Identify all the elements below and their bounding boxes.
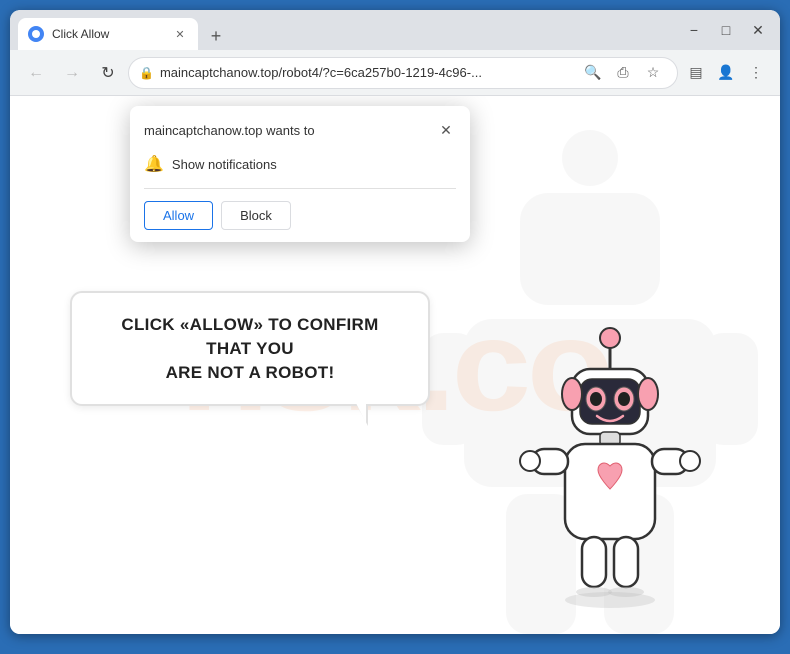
robot-character: [500, 314, 720, 614]
bell-icon: 🔔: [144, 154, 164, 174]
maximize-button[interactable]: □: [712, 16, 740, 44]
search-icon[interactable]: 🔍: [579, 59, 607, 87]
cta-text: CLICK «ALLOW» TO CONFIRM THAT YOU ARE NO…: [100, 313, 400, 384]
popup-header: maincaptchanow.top wants to ✕: [130, 106, 470, 150]
cta-container: CLICK «ALLOW» TO CONFIRM THAT YOU ARE NO…: [70, 291, 430, 406]
tab-title: Click Allow: [52, 27, 164, 41]
tab-close-button[interactable]: ✕: [172, 26, 188, 42]
share-icon[interactable]: ⎙: [609, 59, 637, 87]
popup-buttons: Allow Block: [130, 189, 470, 242]
reload-button[interactable]: ↻: [92, 57, 124, 89]
popup-site-text: maincaptchanow.top wants to: [144, 123, 315, 138]
minimize-button[interactable]: −: [680, 16, 708, 44]
browser-toolbar: ← → ↻ 🔒 maincaptchanow.top/robot4/?c=6ca…: [10, 50, 780, 96]
new-tab-button[interactable]: +: [202, 22, 230, 50]
notification-popup: maincaptchanow.top wants to ✕ 🔔 Show not…: [130, 106, 470, 242]
toolbar-actions: ▤ 👤 ⋮: [682, 59, 770, 87]
lock-icon: 🔒: [139, 66, 154, 80]
popup-close-button[interactable]: ✕: [436, 120, 456, 140]
address-bar[interactable]: 🔒 maincaptchanow.top/robot4/?c=6ca257b0-…: [128, 57, 678, 89]
title-bar: Click Allow ✕ + − □ ✕: [10, 10, 780, 50]
browser-window: Click Allow ✕ + − □ ✕ ← → ↻ 🔒 maincaptch…: [10, 10, 780, 634]
active-tab[interactable]: Click Allow ✕: [18, 18, 198, 50]
forward-button[interactable]: →: [56, 57, 88, 89]
back-button[interactable]: ←: [20, 57, 52, 89]
popup-permission: 🔔 Show notifications: [130, 150, 470, 188]
block-button[interactable]: Block: [221, 201, 291, 230]
page-content: risk.co maincaptchanow.top wants to ✕ 🔔: [10, 96, 780, 634]
permission-text: Show notifications: [172, 157, 277, 172]
speech-bubble: CLICK «ALLOW» TO CONFIRM THAT YOU ARE NO…: [70, 291, 430, 406]
sidebar-icon[interactable]: ▤: [682, 59, 710, 87]
url-text: maincaptchanow.top/robot4/?c=6ca257b0-12…: [160, 65, 573, 80]
profile-icon[interactable]: 👤: [712, 59, 740, 87]
close-button[interactable]: ✕: [744, 16, 772, 44]
menu-icon[interactable]: ⋮: [742, 59, 770, 87]
allow-button[interactable]: Allow: [144, 201, 213, 230]
tab-favicon: [28, 26, 44, 42]
tab-strip: Click Allow ✕ +: [18, 10, 672, 50]
address-actions: 🔍 ⎙ ☆: [579, 59, 667, 87]
bookmark-icon[interactable]: ☆: [639, 59, 667, 87]
window-controls: − □ ✕: [680, 16, 772, 44]
